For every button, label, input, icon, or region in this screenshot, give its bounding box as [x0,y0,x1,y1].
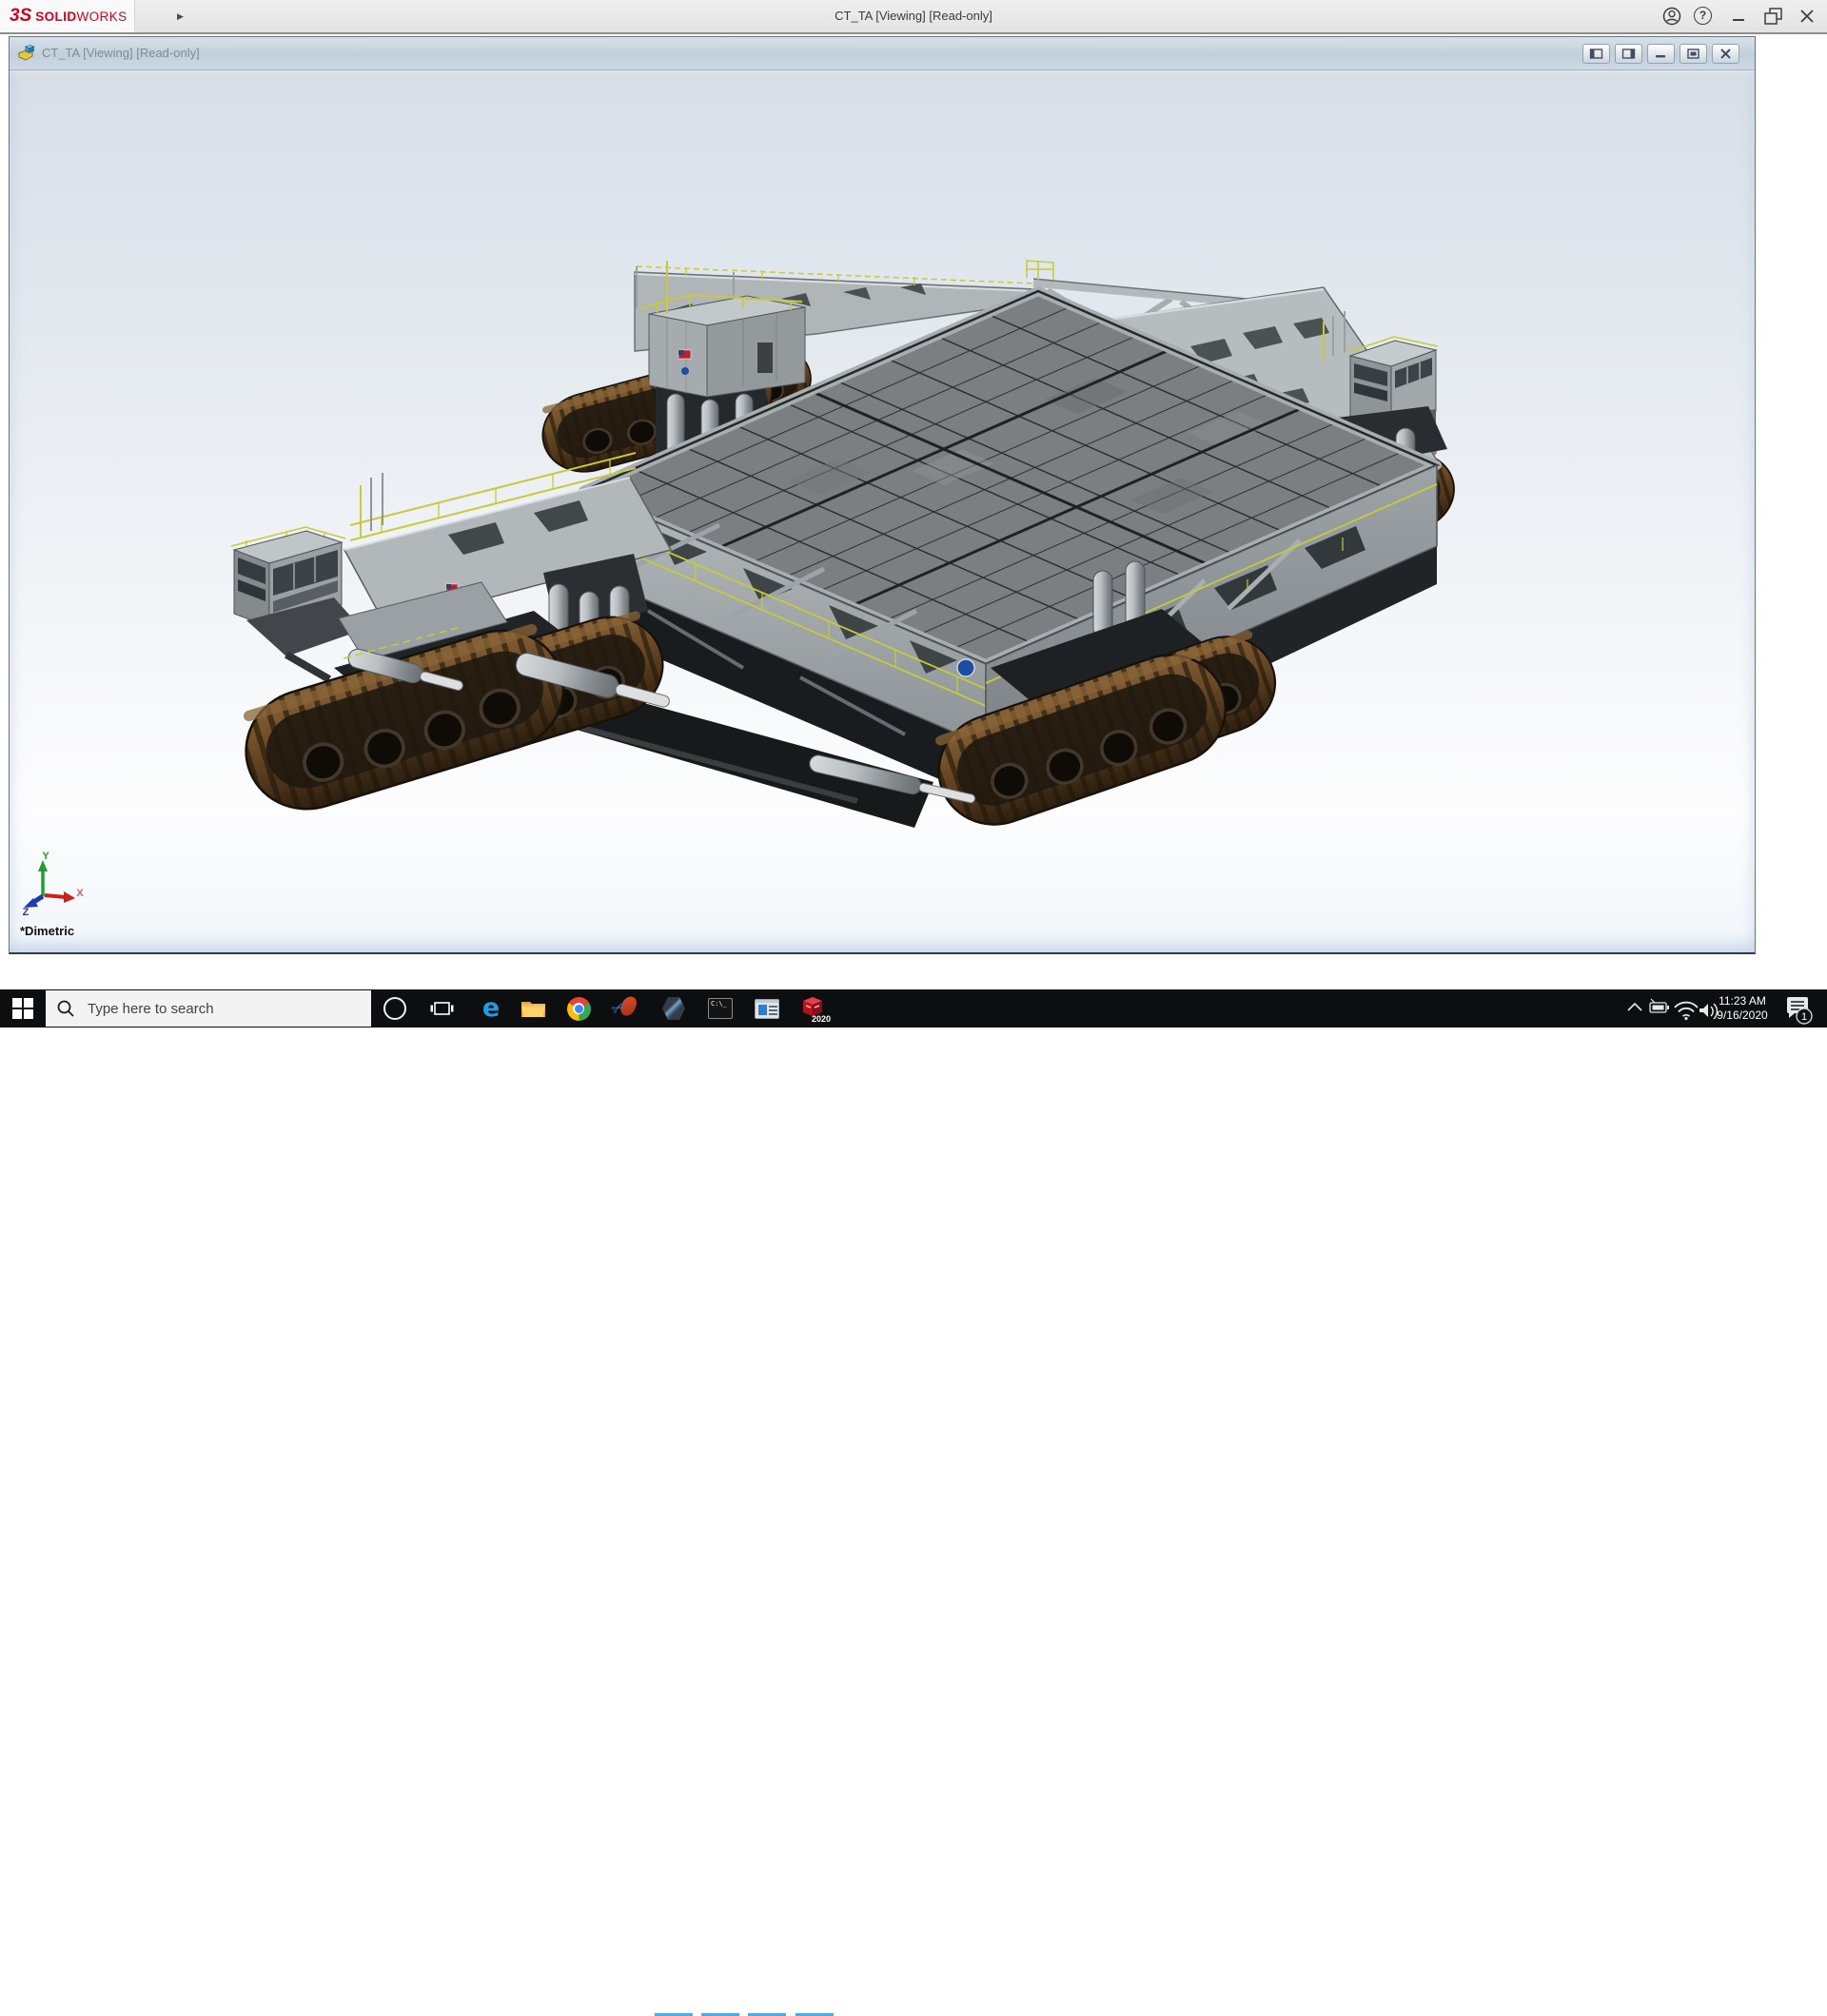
task-view-icon [430,1002,453,1015]
taskbar-item-chrome[interactable] [556,989,601,1028]
clock[interactable]: 11:23 AM 9/16/2020 [1715,994,1770,1023]
search-input[interactable]: Type here to search [46,990,371,1027]
document-title: CT_TA [Viewing] [Read-only] [42,46,200,60]
solidworks-2020-icon: 2020 [800,994,831,1024]
windows-logo-icon [12,998,33,1019]
taskbar-item-task-view[interactable] [419,989,464,1028]
account-icon[interactable] [1662,7,1681,26]
notification-count: 1 [1801,1011,1807,1023]
taskbar: Type here to search e ✂ C:\_ 2020 [0,989,1827,2016]
file-explorer-icon [521,1001,545,1017]
document-titlebar[interactable]: CT_TA [Viewing] [Read-only] [10,37,1755,70]
taskbar-item-edge[interactable]: e [468,989,514,1028]
tray-time: 11:23 AM [1719,994,1766,1008]
taskbar-item-system-window-app[interactable] [744,989,790,1028]
doc-restore-button[interactable] [1680,44,1707,64]
taskbar-item-snipping-tool[interactable]: ✂ [603,989,649,1028]
tile-right-button[interactable] [1615,44,1642,64]
help-icon[interactable]: ? [1694,7,1712,25]
orientation-triad: Y X Z [23,851,85,918]
app-titlebar: 3S SOLID WORKS ▶ CT_TA [Viewing] [Read-on… [0,0,1827,34]
hidden-icons-chevron-icon[interactable] [1627,1002,1642,1011]
triad-x-label: X [76,888,84,899]
taskbar-item-file-explorer[interactable] [510,989,556,1028]
search-icon [57,1000,74,1017]
search-placeholder: Type here to search [88,1000,214,1017]
window-title: CT_TA [Viewing] [Read-only] [835,9,992,23]
taskbar-item-solidworks-2020[interactable]: 2020 [792,989,837,1028]
doc-minimize-button[interactable] [1647,44,1675,64]
taskbar-item-command-prompt[interactable]: C:\_ [697,989,743,1028]
hexagon-app-icon [662,997,685,1020]
graphics-viewport[interactable]: Y X Z *Dimetric [10,70,1755,952]
front-left-cab [230,526,363,683]
close-button[interactable] [1799,9,1815,24]
taskbar-item-cortana[interactable] [372,989,418,1028]
snipping-tool-icon: ✂ [609,994,639,1022]
view-orientation-label: *Dimetric [20,924,75,938]
wifi-icon[interactable] [1674,1001,1699,1021]
edge-icon: e [481,993,501,1023]
minimize-button[interactable] [1732,10,1745,23]
document-window: CT_TA [Viewing] [Read-only] Y X Z *Dimet… [9,36,1756,954]
solidworks-part-icon [18,44,35,66]
nasa-roundel-decal [956,658,975,677]
deck-corner-scaffold [1026,260,1054,280]
command-prompt-icon: C:\_ [708,998,733,1019]
triad-z-label: Z [23,907,29,918]
tray-date: 9/16/2020 [1717,1008,1768,1022]
start-button[interactable] [0,989,46,1028]
tile-left-button[interactable] [1582,44,1610,64]
chrome-icon [566,996,591,1021]
restore-button[interactable] [1763,7,1784,26]
nasa-roundel-decal [681,367,689,375]
doc-close-button[interactable] [1712,44,1739,64]
taskbar-item-hexagon-cad-app[interactable] [651,989,697,1028]
crawler-transporter-model: Y X Z [23,260,1465,918]
cortana-icon [383,997,406,1020]
action-center-icon[interactable]: 1 [1787,997,1813,1025]
triad-y-label: Y [42,851,49,862]
battery-icon[interactable] [1649,998,1669,1013]
system-window-icon [755,998,779,1019]
